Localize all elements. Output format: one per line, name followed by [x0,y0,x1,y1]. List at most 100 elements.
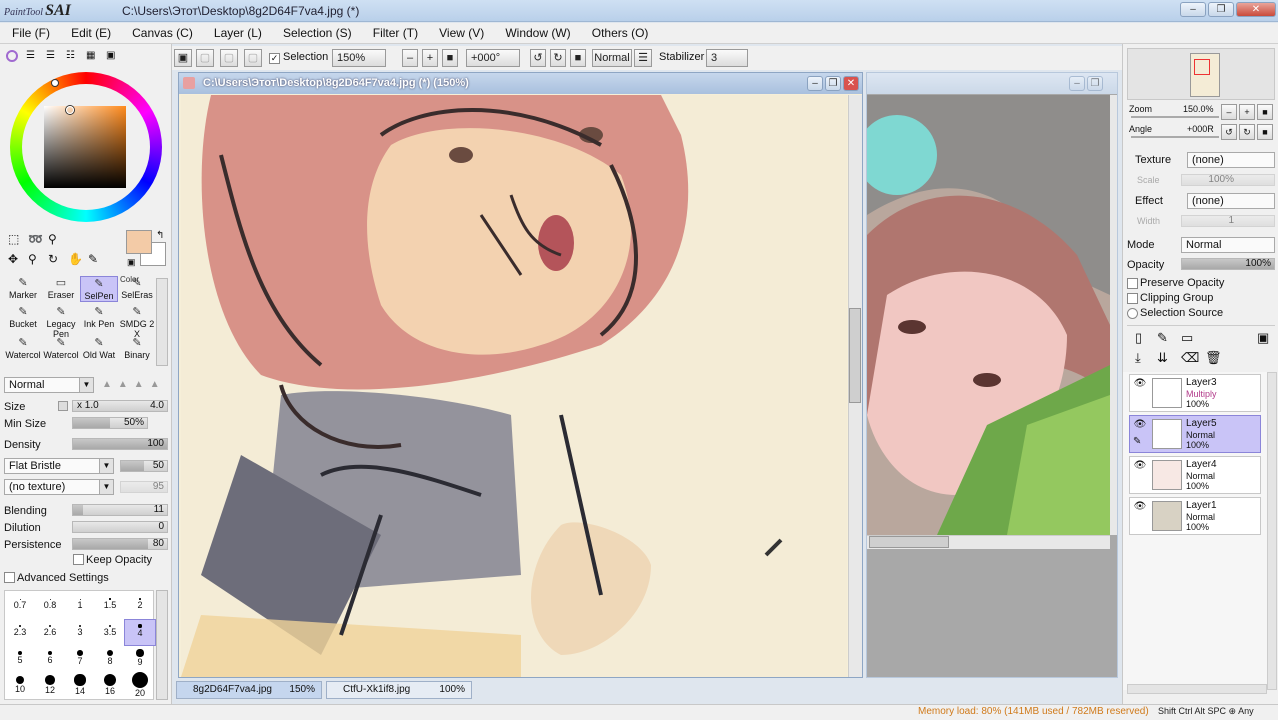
menu-filter[interactable]: Filter (T) [362,23,425,40]
menu-others[interactable]: Others (O) [581,23,656,40]
crop-icon[interactable]: ▢ [244,49,262,67]
canvas-scroll-thumb[interactable] [849,308,861,403]
brush-size-preset[interactable]: 2 [125,593,155,618]
lasso-icon[interactable]: ➿ [28,232,43,246]
brush-size-preset[interactable]: 4 [124,619,156,646]
brush-size-preset[interactable]: 0.7 [5,593,35,618]
blend-mode-select[interactable]: Normal [592,49,632,67]
zoom-tool-icon[interactable]: ⚲ [28,252,37,266]
brush-size-preset[interactable]: 10 [5,674,35,699]
brush-size-preset[interactable]: 12 [35,674,65,699]
zoom-out-icon[interactable]: – [402,49,418,67]
doc-tab-2[interactable]: CtfU-Xk1if8.jpg 100% [326,681,472,699]
tool-marker[interactable]: ✎ Marker [4,276,42,302]
rgb-slider-tab-icon[interactable]: ☰ [26,50,40,62]
layer-mask-icon[interactable]: ▣ [1257,330,1269,346]
tool-smdg[interactable]: ✎ SMDG 2 X [118,305,156,339]
transfer-down-icon[interactable]: ⤓ [1135,350,1141,366]
canvas-minimize-button[interactable]: – [807,76,823,91]
brush-size-preset[interactable]: 3.5 [95,620,125,645]
reset-colors-icon[interactable]: ▣ [127,257,136,268]
layer-effect-select[interactable]: (none) [1187,193,1275,209]
hue-cursor[interactable] [51,79,59,87]
tool-watercolor-1[interactable]: ✎ Watercol [4,336,42,362]
rect-select-icon[interactable]: ⬚ [8,232,19,246]
menu-file[interactable]: File (F) [0,23,57,40]
preserve-opacity-checkbox[interactable] [1127,278,1138,289]
texture-select[interactable]: (no texture) ▼ [4,479,114,495]
hsv-slider-tab-icon[interactable]: ☰ [46,50,60,62]
layer-mode-select[interactable]: Normal [1181,237,1275,253]
reference-scroll-thumb[interactable] [869,536,949,548]
brush-size-preset[interactable]: 9 [125,647,155,672]
brush-shape-icons[interactable]: ▲▲▲▲ [102,379,166,390]
hand-icon[interactable]: ✋ [68,252,83,266]
mixer-tab-icon[interactable]: ▣ [106,50,120,62]
nav-zoom-reset-icon[interactable]: ■ [1257,104,1273,120]
layer-item[interactable]: 👁 Layer3 Multiply 100% [1129,374,1261,412]
texture-scale-slider[interactable]: 100% [1181,174,1275,186]
brush-mode-select[interactable]: Normal ▼ [4,377,94,393]
foreground-color-swatch[interactable] [126,230,152,254]
size-toggle-icon[interactable] [58,401,68,411]
new-layer-icon[interactable]: ▯ [1135,330,1142,346]
drawing-canvas[interactable] [181,95,847,677]
eyedropper-icon[interactable]: ✎ [88,252,98,266]
menu-selection[interactable]: Selection (S) [272,23,359,40]
canvas-close-button[interactable]: ✕ [843,76,859,91]
layer-list-scrollbar[interactable] [1267,372,1277,690]
layer-opacity-slider[interactable]: 100% [1181,258,1275,270]
magic-wand-icon[interactable]: ⚲ [48,232,57,246]
brush-size-preset[interactable]: 16 [95,673,125,699]
brush-size-preset[interactable]: 1.5 [95,593,125,618]
doc-tab-1[interactable]: 8g2D64F7va4.jpg 150% [176,681,322,699]
eye-icon[interactable]: 👁 [1133,501,1147,513]
flip-icon[interactable]: ☰ [634,49,652,67]
move-icon[interactable]: ✥ [8,252,18,266]
delete-layer-icon[interactable]: 🗑 [1205,350,1222,366]
layer-item-selected[interactable]: 👁 ✎ Layer5 Normal 100% [1129,415,1261,453]
maximize-button[interactable]: ❐ [1208,2,1234,17]
color-wheel-tab-icon[interactable] [6,50,18,62]
reference-maximize-button[interactable]: ❐ [1087,76,1103,91]
angle-select[interactable]: +000° [466,49,520,67]
reference-vertical-scrollbar[interactable] [1110,95,1117,535]
canvas-maximize-button[interactable]: ❐ [825,76,841,91]
tool-ink-pen[interactable]: ✎ Ink Pen [80,305,118,331]
nav-zoom-slider[interactable] [1131,116,1219,118]
swap-colors-icon[interactable]: ↰ [156,230,164,241]
merge-down-icon[interactable]: ⇊ [1157,350,1168,366]
brush-size-preset[interactable]: 0.8 [35,593,65,618]
brush-size-preset[interactable]: 3 [65,620,95,645]
bristle-select[interactable]: Flat Bristle ▼ [4,458,114,474]
selection-source-radio[interactable] [1127,308,1138,319]
rotate-tool-icon[interactable]: ↻ [48,252,58,266]
close-button[interactable]: ✕ [1236,2,1276,17]
layer-list-hscrollbar[interactable] [1127,684,1267,694]
navigator-preview[interactable] [1127,48,1275,100]
nav-rotate-right-icon[interactable]: ↻ [1239,124,1255,140]
eye-icon[interactable]: 👁 [1133,460,1147,472]
tool-bucket[interactable]: ✎ Bucket [4,305,42,331]
layer-item[interactable]: 👁 Layer1 Normal 100% [1129,497,1261,535]
clipping-group-checkbox[interactable] [1127,293,1138,304]
deselect-icon[interactable]: ▣ [174,49,192,67]
brush-size-preset[interactable]: 14 [65,674,95,699]
tool-grid-scrollbar[interactable] [156,278,168,366]
persistence-slider[interactable]: 80 [72,538,168,550]
transform-icon[interactable]: ▢ [220,49,238,67]
invert-icon[interactable]: ▢ [196,49,214,67]
tool-selpen[interactable]: ✎ SelPen [80,276,118,302]
zoom-select[interactable]: 150% [332,49,386,67]
swatches-tab-icon[interactable]: ☷ [66,50,80,62]
blending-slider[interactable]: 11 [72,504,168,516]
rotate-reset-icon[interactable]: ■ [570,49,586,67]
new-folder-icon[interactable]: ▭ [1181,330,1193,346]
brush-size-preset[interactable]: 5 [5,647,35,672]
layer-item[interactable]: 👁 Layer4 Normal 100% [1129,456,1261,494]
navigator-viewport-box[interactable] [1194,59,1210,75]
size-grid-scrollbar[interactable] [156,590,168,700]
rotate-left-icon[interactable]: ↺ [530,49,546,67]
dilution-slider[interactable]: 0 [72,521,168,533]
eye-icon[interactable]: 👁 [1133,419,1147,431]
